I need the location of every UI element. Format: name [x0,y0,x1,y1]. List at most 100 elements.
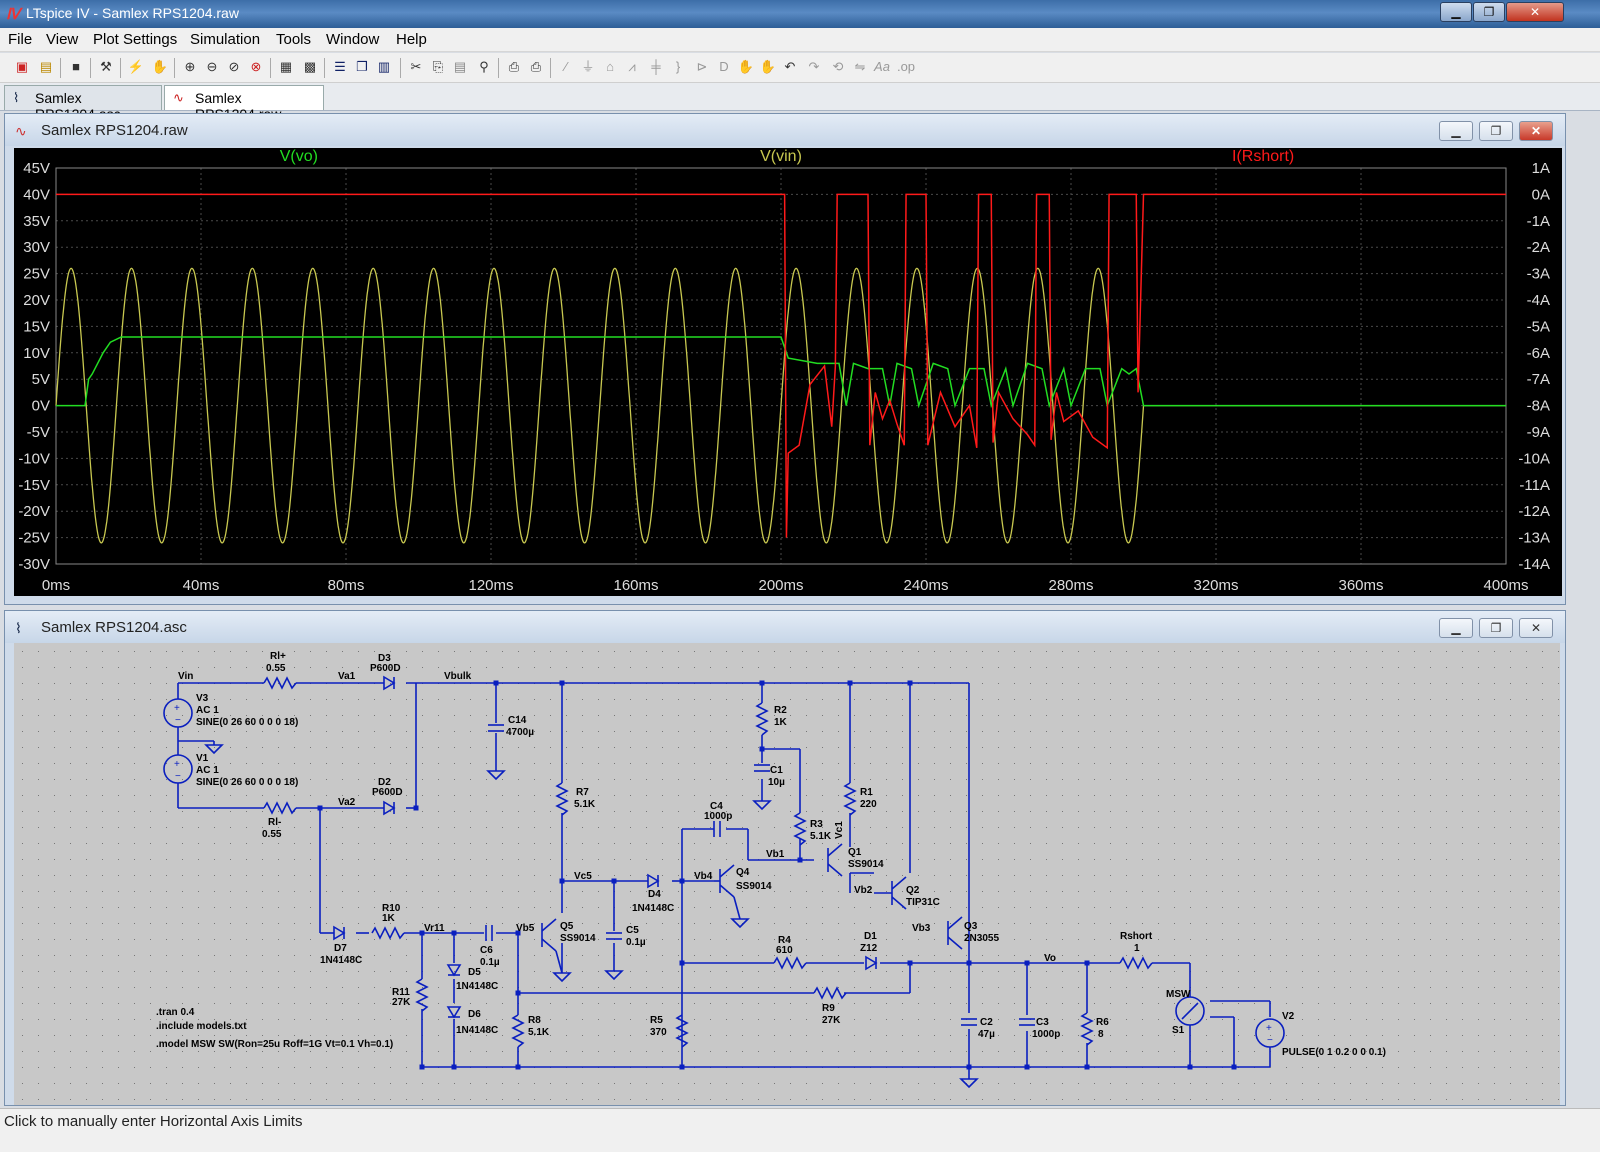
grid-dot [1046,843,1047,844]
schematic-label: S1 [1172,1025,1185,1036]
inductor-icon[interactable]: } [668,57,688,77]
schematic-minimize-button[interactable]: ▁ [1439,618,1473,638]
grid-dot [310,667,311,668]
capacitor-icon[interactable]: ╪ [646,57,666,77]
component-icon[interactable]: D [714,57,734,77]
grid-dot [230,1035,231,1036]
grid-dot [1062,651,1063,652]
drag-icon[interactable]: ✋ [758,57,778,77]
label-icon[interactable]: ⌂ [600,57,620,77]
grid-dot [806,1083,807,1084]
grid-dot [806,651,807,652]
grid-dot [310,811,311,812]
find-icon[interactable]: ⚲ [474,57,494,77]
copy-icon[interactable]: ⎘ [428,57,448,77]
grid-dot [390,1035,391,1036]
zoom-back-icon[interactable]: ⊘ [224,57,244,77]
run-icon[interactable]: ⚡ [126,57,146,77]
grid-dot [998,747,999,748]
tab-waveform[interactable]: ∿ Samlex RPS1204.raw [164,85,324,122]
resistor-r9 [813,986,847,1000]
waveform-plot[interactable]: 0ms 40ms 80ms 120ms 160ms 200ms 240ms 280ms 320m… [14,148,1562,596]
menu-file[interactable]: File [8,31,32,48]
wire-icon[interactable]: ∕ [556,57,576,77]
tile-vertical-icon[interactable]: ▥ [374,57,394,77]
grid-dot [694,667,695,668]
maximize-button[interactable]: ❐ [1473,2,1505,22]
redo-icon[interactable]: ↷ [804,57,824,77]
zoom-out-icon[interactable]: ⊖ [202,57,222,77]
waveform-minimize-button[interactable]: ▁ [1439,121,1473,141]
schematic-restore-button[interactable]: ❐ [1479,618,1513,638]
grid-dot [1478,1035,1479,1036]
waveform-restore-button[interactable]: ❐ [1479,121,1513,141]
grid-dot [630,1019,631,1020]
spice-directive-icon[interactable]: .op [896,57,916,77]
grid-dot [1462,1067,1463,1068]
grid-dot [726,1035,727,1036]
autorange-icon[interactable]: ▦ [276,57,296,77]
grid-dot [1494,699,1495,700]
undo-icon[interactable]: ↶ [780,57,800,77]
grid-dot [70,651,71,652]
menu-window[interactable]: Window [326,31,379,48]
zoom-fit-icon[interactable]: ⊗ [246,57,266,77]
grid-dot [950,891,951,892]
close-button[interactable]: ✕ [1506,2,1564,22]
grid-dot [22,811,23,812]
grid-dot [278,795,279,796]
grid-dot [1430,795,1431,796]
grid-dot [134,891,135,892]
ground-icon[interactable]: ⏚ [578,57,598,77]
grid-dot [998,1035,999,1036]
grid-dot [262,843,263,844]
mirror-icon[interactable]: ⇋ [850,57,870,77]
tile-horizontal-icon[interactable]: ☰ [330,57,350,77]
halt-icon[interactable]: ✋ [150,57,170,77]
grid-dot [1110,1051,1111,1052]
schematic-close-button[interactable]: ✕ [1519,618,1553,638]
grid-dot [1302,891,1303,892]
grid-dot [1286,667,1287,668]
zoom-in-icon[interactable]: ⊕ [180,57,200,77]
print-icon[interactable]: ⎙ [526,57,546,77]
schematic-canvas[interactable]: + − + − + − Vin Rl+ 0.55 D3 P600D Va1 Vbulk V3 AC 1 SIN… [14,643,1560,1105]
move-icon[interactable]: ✋ [736,57,756,77]
control-panel-icon[interactable]: ⚒ [96,57,116,77]
schematic-label: Vin [178,671,193,682]
text-icon[interactable]: Aa [872,57,892,77]
tab-schematic[interactable]: ⌇ Samlex RPS1204.asc [4,85,162,122]
menu-simulation[interactable]: Simulation [190,31,260,48]
grid-dot [726,795,727,796]
open-icon[interactable]: ▤ [36,57,56,77]
resistor-r10 [371,926,405,940]
grid-dot [614,1099,615,1100]
diode-icon[interactable]: ⊳ [692,57,712,77]
print-preview-icon[interactable]: ⎙ [504,57,524,77]
schematic-label: 5.1K [574,799,596,810]
grid-dot [614,987,615,988]
grid-dot [1526,763,1527,764]
new-schematic-icon[interactable]: ▣ [12,57,32,77]
cascade-icon[interactable]: ❐ [352,57,372,77]
rotate-icon[interactable]: ⟲ [828,57,848,77]
menu-tools[interactable]: Tools [276,31,311,48]
grid-dot [294,827,295,828]
resistor-icon[interactable]: ⩘ [622,57,642,77]
grid-dot [1318,987,1319,988]
menu-help[interactable]: Help [396,31,427,48]
paste-icon[interactable]: ▤ [450,57,470,77]
menu-view[interactable]: View [46,31,78,48]
schematic-label: Q4 [736,867,750,878]
menu-plot-settings[interactable]: Plot Settings [93,31,177,48]
grid-dot [1494,955,1495,956]
cut-icon[interactable]: ✂ [406,57,426,77]
grid-dot [406,843,407,844]
grid-dot [22,1051,23,1052]
save-icon[interactable]: ■ [66,57,86,77]
grid-icon[interactable]: ▩ [300,57,320,77]
grid-dot [1222,1051,1223,1052]
minimize-button[interactable]: ▁ [1440,2,1472,22]
grid-dot [1414,811,1415,812]
waveform-close-button[interactable]: ✕ [1519,121,1553,141]
